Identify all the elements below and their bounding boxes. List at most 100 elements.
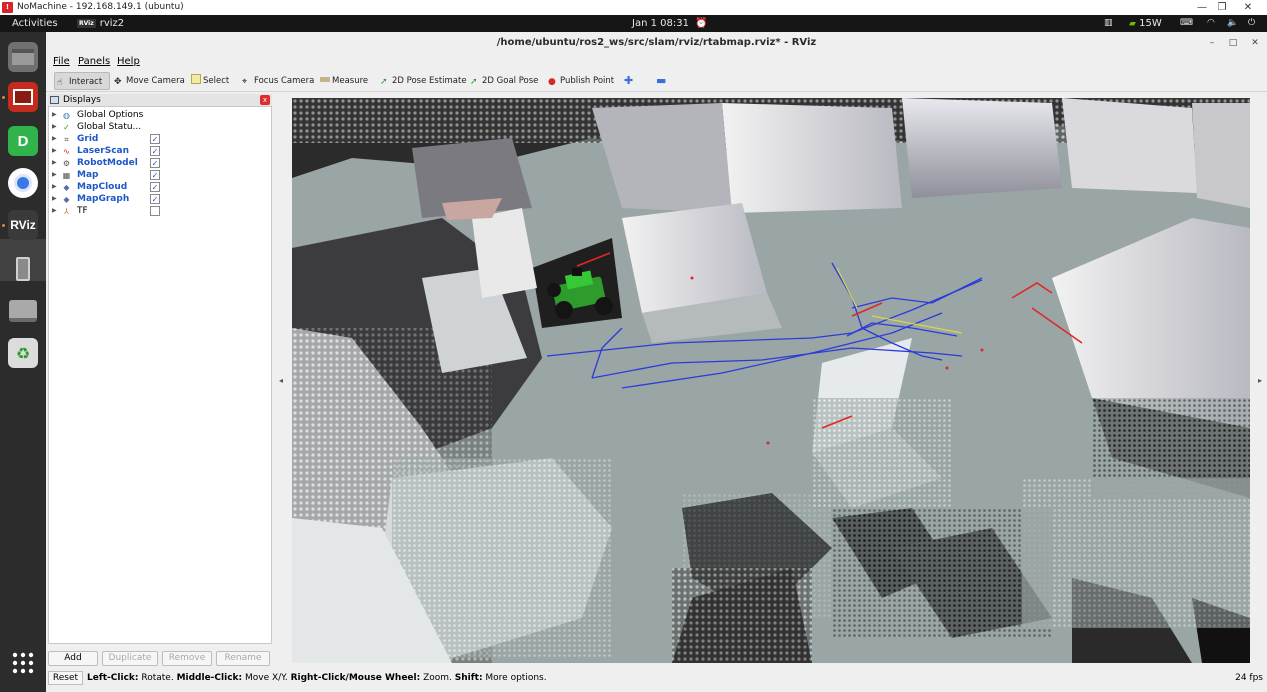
tool-2d-goal-pose[interactable]: ➚ 2D Goal Pose [468, 72, 538, 90]
display-label: Map [77, 170, 99, 180]
expand-arrow-icon[interactable]: ▶ [52, 169, 57, 181]
nomachine-app-icon[interactable] [8, 82, 38, 112]
tool-toolbar: ☝ Interact ✥ Move Camera Select ⌖ Focus Cam… [46, 70, 1267, 92]
activities-button[interactable]: Activities [12, 15, 58, 32]
display-item[interactable]: ▶ ⌗ Grid ✓ [49, 133, 271, 145]
hint-key: Right-Click/Mouse Wheel: [290, 673, 421, 683]
close-panel-icon[interactable]: x [260, 95, 270, 105]
expand-arrow-icon[interactable]: ▶ [52, 205, 57, 217]
display-item[interactable]: ▶ ◆ MapGraph ✓ [49, 193, 271, 205]
power-icon[interactable]: ⏻ [1248, 15, 1255, 32]
files-app-icon[interactable] [8, 42, 38, 72]
display-item[interactable]: ▶ ◍ Global Options [49, 109, 271, 121]
expand-arrow-icon[interactable]: ▶ [52, 121, 57, 133]
menu-file[interactable]: File [53, 54, 70, 70]
close-button[interactable]: ✕ [1238, 0, 1258, 15]
display-enable-checkbox[interactable]: ✓ [150, 194, 160, 204]
running-indicator [2, 96, 5, 99]
display-item[interactable]: ▶ ∿ LaserScan ✓ [49, 145, 271, 157]
power-indicator[interactable]: ▰ 15W [1129, 15, 1162, 33]
expand-arrow-icon[interactable]: ▶ [52, 181, 57, 193]
tool-label: 2D Pose Estimate [392, 76, 467, 86]
display-label: Grid [77, 134, 99, 144]
display-item[interactable]: ▶ ✓ Global Statu... [49, 121, 271, 133]
display-enable-checkbox[interactable] [150, 206, 160, 216]
add-tool-icon[interactable]: ✚ [622, 72, 633, 90]
duplicate-display-button[interactable]: Duplicate [102, 651, 158, 666]
monitor-icon [50, 96, 59, 104]
clock[interactable]: Jan 1 08:31 [632, 15, 689, 32]
globe-icon: ◍ [63, 111, 70, 120]
display-item[interactable]: ▶ ▦ Map ✓ [49, 169, 271, 181]
expand-arrow-icon[interactable]: ▶ [52, 145, 57, 157]
display-item[interactable]: ▶ ⅄ TF [49, 205, 271, 217]
volume-icon[interactable]: 🔈 [1227, 15, 1238, 32]
expand-arrow-icon[interactable]: ▶ [52, 133, 57, 145]
tool-2d-pose-estimate[interactable]: ➚ 2D Pose Estimate [378, 72, 467, 90]
minimize-button[interactable]: — [1192, 0, 1212, 15]
pin-icon: ● [548, 77, 556, 87]
display-label: RobotModel [77, 158, 138, 168]
hint-key: Left-Click: [87, 673, 139, 683]
cloud-icon: ◆ [63, 183, 70, 192]
tool-measure[interactable]: Measure [318, 72, 368, 90]
display-enable-checkbox[interactable]: ✓ [150, 146, 160, 156]
green-arrow-icon: ➚ [380, 77, 388, 87]
remove-display-button[interactable]: Remove [162, 651, 212, 666]
trash-icon[interactable]: ♻ [8, 338, 38, 368]
menu-panels[interactable]: Panels [78, 54, 110, 70]
collapse-left-arrow-icon[interactable]: ◂ [279, 376, 283, 385]
drive-app-icon[interactable] [8, 296, 38, 326]
hint-text: Rotate. [138, 673, 177, 683]
tool-publish-point[interactable]: ● Publish Point [546, 72, 614, 90]
display-enable-checkbox[interactable]: ✓ [150, 170, 160, 180]
dbeaver-app-icon[interactable]: D [8, 126, 38, 156]
reset-button[interactable]: Reset [48, 671, 83, 685]
gnome-top-bar: Activities RViz rviz2 Jan 1 08:31 ⏰ ▥ ▰ 1… [0, 15, 1267, 32]
restore-button[interactable]: ❐ [1212, 0, 1232, 15]
expand-arrow-icon[interactable]: ▶ [52, 157, 57, 169]
remove-tool-icon[interactable]: ▬ [654, 72, 666, 90]
displays-panel-header: Displays x [48, 94, 272, 106]
app-menu[interactable]: RViz rviz2 [77, 15, 124, 32]
device-app-icon[interactable] [8, 254, 38, 284]
running-indicator [2, 224, 5, 227]
expand-arrow-icon[interactable]: ▶ [52, 193, 57, 205]
rviz-app-icon: RViz [77, 19, 96, 28]
nomachine-titlebar: ! NoMachine - 192.168.149.1 (ubuntu) — ❐… [0, 0, 1267, 15]
render-viewport[interactable] [292, 98, 1250, 663]
collapse-right-arrow-icon[interactable]: ▸ [1258, 376, 1262, 385]
display-item[interactable]: ▶ ⚙ RobotModel ✓ [49, 157, 271, 169]
tool-move-camera[interactable]: ✥ Move Camera [112, 72, 185, 90]
show-apps-grid-icon[interactable] [8, 648, 38, 678]
display-label: MapGraph [77, 194, 130, 204]
display-enable-checkbox[interactable]: ✓ [150, 134, 160, 144]
robot-icon: ⚙ [62, 159, 71, 168]
menu-help[interactable]: Help [117, 54, 140, 70]
rviz-dock-icon[interactable]: RViz [8, 210, 38, 240]
status-hint: Left-Click: Rotate. Middle-Click: Move X… [87, 669, 547, 687]
chromium-app-icon[interactable] [8, 168, 38, 198]
display-enable-checkbox[interactable]: ✓ [150, 158, 160, 168]
wifi-icon[interactable]: ◠ [1207, 15, 1215, 32]
rename-display-button[interactable]: Rename [216, 651, 270, 666]
grid-icon: ⌗ [64, 135, 69, 144]
display-label: LaserScan [77, 146, 130, 156]
rviz-close-button[interactable]: ✕ [1248, 36, 1262, 50]
expand-arrow-icon[interactable]: ▶ [52, 109, 57, 121]
hint-text: More options. [482, 673, 547, 683]
nomachine-logo-icon: ! [2, 2, 13, 13]
fps-counter: 24 fps [1235, 673, 1263, 683]
tool-label: Focus Camera [254, 76, 315, 86]
tool-focus-camera[interactable]: ⌖ Focus Camera [240, 72, 314, 90]
status-bar: Reset Left-Click: Rotate. Middle-Click: … [46, 669, 1267, 687]
tool-select[interactable]: Select [189, 72, 229, 90]
add-display-button[interactable]: Add [48, 651, 98, 666]
displays-tree: ▶ ◍ Global Options ▶ ✓ Global Statu... ▶… [48, 106, 272, 644]
rviz-maximize-button[interactable]: □ [1226, 36, 1240, 50]
display-item[interactable]: ▶ ◆ MapCloud ✓ [49, 181, 271, 193]
display-enable-checkbox[interactable]: ✓ [150, 182, 160, 192]
rviz-minimize-button[interactable]: – [1205, 36, 1219, 50]
tool-interact[interactable]: ☝ Interact [54, 72, 110, 90]
keyboard-icon[interactable]: ⌨ [1180, 15, 1193, 32]
